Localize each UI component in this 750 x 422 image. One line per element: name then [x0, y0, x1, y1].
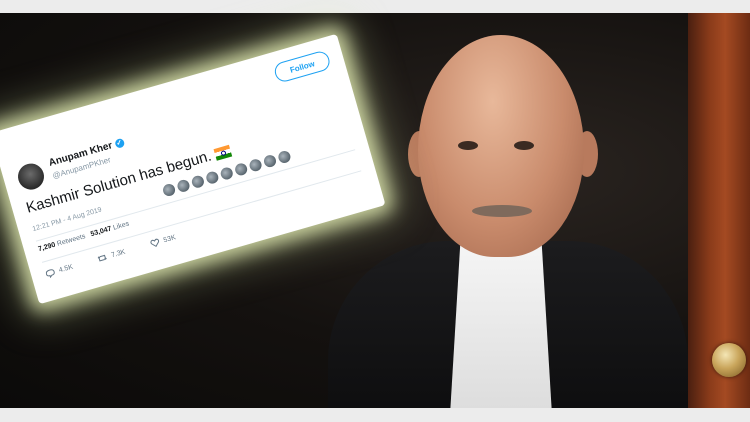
left-eye — [458, 141, 478, 150]
right-eye — [514, 141, 534, 150]
head — [418, 35, 584, 257]
like-count: 53K — [162, 233, 177, 244]
liker-avatar[interactable] — [204, 170, 220, 186]
retweets-label: Retweets — [56, 233, 87, 248]
likes-count[interactable]: 53,047 — [90, 226, 113, 239]
retweets-count[interactable]: 7,290 — [38, 242, 57, 254]
heart-icon — [150, 238, 159, 248]
liker-avatar[interactable] — [190, 174, 206, 190]
liker-avatar[interactable] — [233, 161, 249, 177]
reply-count: 4.5K — [58, 263, 74, 274]
liker-avatar[interactable] — [219, 166, 235, 181]
liker-avatar[interactable] — [262, 153, 278, 169]
liker-avatar[interactable] — [176, 178, 191, 194]
retweet-count: 7.3K — [110, 248, 127, 259]
liker-avatar[interactable] — [248, 157, 263, 173]
mustache — [472, 205, 532, 217]
author-avatar[interactable] — [14, 160, 48, 193]
retweet-icon — [98, 254, 108, 262]
reply-button[interactable]: 4.5K — [44, 262, 74, 279]
india-flag-icon — [213, 144, 233, 161]
verified-badge-icon: ✓ — [113, 137, 125, 149]
reply-icon — [45, 269, 55, 279]
white-shirt — [450, 245, 552, 408]
door-knob — [712, 343, 746, 377]
follow-button[interactable]: Follow — [272, 49, 332, 84]
likes-label: Likes — [112, 220, 131, 232]
like-button[interactable]: 53K — [149, 232, 177, 249]
retweet-button[interactable]: 7.3K — [96, 247, 126, 264]
liker-avatar[interactable] — [276, 149, 292, 165]
liker-avatar[interactable] — [161, 182, 177, 198]
